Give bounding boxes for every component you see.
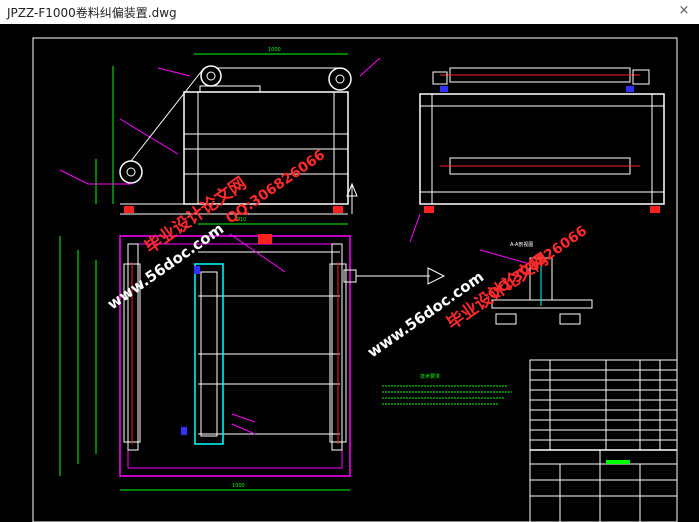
- window-titlebar: JPZZ-F1000卷料纠偏装置.dwg ×: [0, 0, 699, 25]
- cad-drawing-canvas[interactable]: 1000 Ø10 1000 A-A剖视图 技术要求 毕业设计论文网 www.56…: [0, 24, 699, 522]
- svg-text:1000: 1000: [268, 47, 281, 53]
- tech-requirements: 技术要求: [382, 373, 512, 405]
- cad-drawing: 1000 Ø10 1000 A-A剖视图 技术要求 毕业设计论文网 www.56…: [32, 37, 678, 522]
- svg-text:QQ:306826066: QQ:306826066: [485, 223, 590, 303]
- plan-view: 1000: [59, 233, 446, 491]
- watermark-right: 毕业设计论文网 www.56doc.com QQ:306826066: [364, 223, 590, 361]
- svg-text:A-A剖视图: A-A剖视图: [510, 241, 533, 248]
- watermark-left: 毕业设计论文网 www.56doc.com QQ:306826066: [104, 147, 328, 313]
- svg-text:技术要求: 技术要求: [420, 373, 440, 380]
- side-view: [409, 67, 665, 243]
- title-block: [529, 359, 678, 522]
- close-icon[interactable]: ×: [675, 2, 693, 20]
- svg-text:1000: 1000: [232, 483, 245, 489]
- window-title: JPZZ-F1000卷料纠偏装置.dwg: [7, 6, 177, 20]
